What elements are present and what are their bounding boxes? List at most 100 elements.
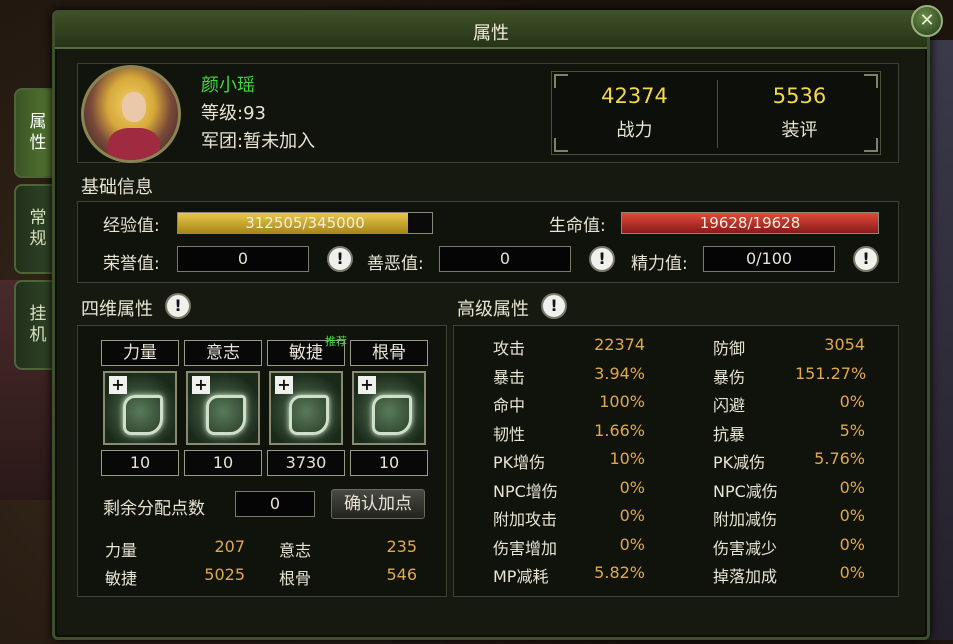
confirm-points-button[interactable]: 确认加点 (331, 489, 425, 519)
adv-attr-value: 0% (839, 506, 865, 525)
attr-constitution-label: 根骨 (350, 340, 428, 366)
total-constitution-label: 根骨 (279, 569, 312, 588)
adv-attr-label: PK减伤 (713, 453, 766, 472)
adv-attr-value: 10% (609, 449, 645, 468)
strength-icon[interactable]: + (103, 371, 177, 445)
exp-bar: 312505/345000 (177, 212, 433, 234)
hp-bar: 19628/19628 (621, 212, 879, 234)
gear-score-value: 5536 (772, 84, 827, 108)
attr-strength-label: 力量 (101, 340, 179, 366)
adv-attr-value: 0% (619, 506, 645, 525)
total-strength-label: 力量 (105, 541, 138, 560)
adv-attr-label: 命中 (493, 396, 526, 415)
plus-icon[interactable]: + (358, 376, 376, 394)
total-strength-value: 207 (214, 537, 245, 556)
remaining-points-label: 剩余分配点数 (103, 499, 205, 519)
adv-attr-value: 1.66% (594, 420, 645, 440)
adv-attr-value: 3054 (824, 335, 865, 354)
constitution-value: 10 (350, 450, 428, 476)
will-icon[interactable]: + (186, 371, 260, 445)
adv-attr-value: 22374 (594, 335, 645, 354)
player-level: 等级:93 (201, 103, 266, 124)
constitution-glyph (372, 395, 412, 435)
hp-label: 生命值: (549, 216, 606, 236)
adv-attr-value: 151.27% (795, 363, 867, 383)
adv-attr-label: MP减耗 (493, 567, 549, 586)
player-name: 颜小瑶 (201, 75, 255, 96)
adv-attr-value: 5% (839, 420, 865, 440)
adv-attr-label: 攻击 (493, 339, 526, 358)
player-guild: 军团:暂未加入 (201, 131, 316, 152)
hp-text: 19628/19628 (699, 214, 801, 232)
strength-value: 10 (101, 450, 179, 476)
will-value: 10 (184, 450, 262, 476)
adv-attr-label: 附加攻击 (493, 510, 558, 529)
total-constitution-value: 546 (386, 565, 417, 584)
adv-attr-label: 暴击 (493, 367, 526, 387)
adv-attr-value: 0% (839, 563, 865, 582)
total-will-value: 235 (386, 537, 417, 556)
karma-label: 善恶值: (367, 254, 424, 274)
total-agility-label: 敏捷 (105, 569, 138, 588)
plus-icon[interactable]: + (109, 376, 127, 394)
adv-attr-label: PK增伤 (493, 453, 546, 472)
four-attrs-title: 四维属性 (81, 299, 153, 320)
energy-info-icon[interactable]: ! (853, 246, 879, 272)
adv-attr-value: 0% (619, 534, 645, 554)
total-will-label: 意志 (279, 541, 312, 560)
power-value: 42374 (601, 84, 668, 108)
energy-value: 0/100 (703, 246, 835, 272)
karma-value: 0 (439, 246, 571, 272)
adv-attr-value: 0% (619, 477, 645, 497)
tab-attributes[interactable]: 属性 (14, 88, 56, 178)
attributes-window: 属性 ✕ 颜小瑶 等级:93 军团:暂未加入 42374 战力 5536 装评 … (52, 5, 943, 640)
advanced-info-icon[interactable]: ! (541, 293, 567, 319)
constitution-icon[interactable]: + (352, 371, 426, 445)
adv-attr-value: 0% (839, 392, 865, 411)
window-title: 属性 (473, 23, 509, 44)
tab-auto[interactable]: 挂机 (14, 280, 56, 370)
energy-label: 精力值: (631, 254, 688, 274)
plus-icon[interactable]: + (192, 376, 210, 394)
agility-icon[interactable]: + (269, 371, 343, 445)
adv-attr-label: 抗暴 (713, 424, 746, 444)
will-glyph (206, 395, 246, 435)
power-box: 42374 战力 5536 装评 (551, 71, 881, 155)
honor-value: 0 (177, 246, 309, 272)
four-attrs-info-icon[interactable]: ! (165, 293, 191, 319)
adv-attr-label: 掉落加成 (713, 567, 778, 586)
karma-info-icon[interactable]: ! (589, 246, 615, 272)
exp-text: 312505/345000 (245, 214, 365, 232)
advanced-attrs-title: 高级属性 (457, 299, 529, 320)
avatar-body (108, 128, 160, 160)
adv-attr-value: 5.76% (814, 449, 865, 468)
remaining-points-value: 0 (235, 491, 315, 517)
adv-attr-label: 防御 (713, 339, 746, 358)
avatar-face (122, 92, 146, 122)
recommend-badge: 推荐 (325, 335, 347, 348)
adv-attr-value: 3.94% (594, 363, 645, 383)
title-bar: 属性 (55, 13, 927, 49)
adv-attr-label: NPC减伤 (713, 481, 778, 501)
adv-attr-label: 附加减伤 (713, 510, 778, 529)
honor-label: 荣誉值: (103, 254, 160, 274)
adv-attr-label: 伤害减少 (713, 538, 778, 558)
tab-general[interactable]: 常规 (14, 184, 56, 274)
agility-value: 3730 (267, 450, 345, 476)
power-label: 战力 (616, 120, 653, 141)
adv-attr-label: NPC增伤 (493, 481, 558, 501)
plus-icon[interactable]: + (275, 376, 293, 394)
adv-attr-value: 100% (599, 392, 645, 411)
agility-glyph (289, 395, 329, 435)
adv-attr-value: 5.82% (594, 563, 645, 582)
attr-will-label: 意志 (184, 340, 262, 366)
basic-info-title: 基础信息 (81, 177, 153, 198)
adv-attr-label: 闪避 (713, 396, 746, 415)
exp-label: 经验值: (103, 216, 160, 236)
gear-score-label: 装评 (781, 120, 818, 141)
adv-attr-value: 0% (839, 534, 865, 554)
adv-attr-label: 暴伤 (713, 367, 746, 387)
total-agility-value: 5025 (204, 565, 245, 584)
honor-info-icon[interactable]: ! (327, 246, 353, 272)
close-icon[interactable]: ✕ (911, 5, 943, 37)
